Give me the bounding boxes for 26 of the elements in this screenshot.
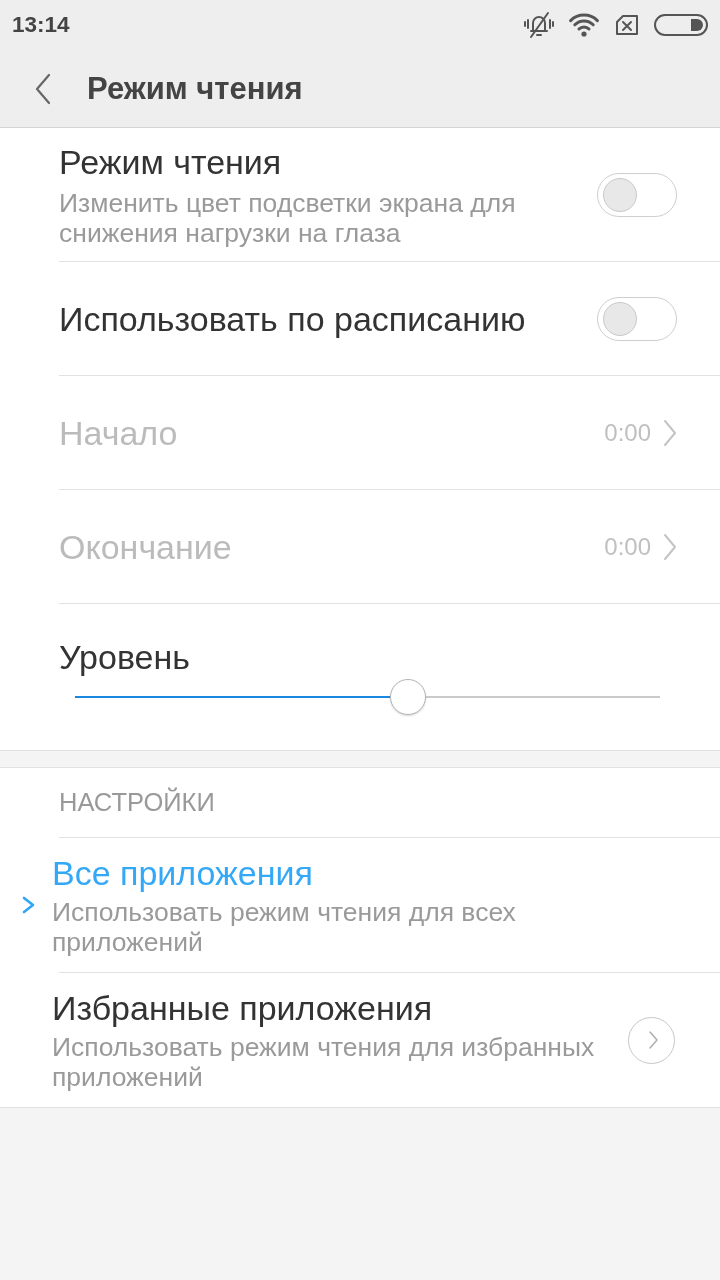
setting-description: Изменить цвет подсветки экрана для снижения нагрузки на глаза — [59, 187, 517, 248]
setting-title: Уровень — [59, 637, 190, 677]
wifi-icon — [568, 13, 600, 37]
option-title[interactable]: Все приложения — [52, 853, 618, 893]
muted-bell-icon — [524, 11, 554, 39]
setting-title: Режим чтения — [59, 141, 283, 182]
screen-title: Режим чтения — [87, 70, 303, 107]
detail-button[interactable] — [628, 1016, 675, 1064]
chevron-right-icon — [663, 418, 677, 447]
option-title[interactable]: Избранные приложения — [52, 988, 618, 1028]
toggle-switch[interactable] — [597, 172, 677, 217]
slider-track[interactable] — [75, 679, 660, 715]
battery-icon — [654, 14, 708, 36]
back-icon[interactable] — [35, 72, 51, 105]
chevron-right-icon — [648, 1031, 658, 1049]
status-time: 13:14 — [12, 12, 70, 38]
time-value: 0:00 — [604, 418, 651, 447]
slider-thumb[interactable] — [390, 679, 427, 715]
section-header: НАСТРОЙКИ — [59, 788, 215, 817]
sim-card-x-icon — [614, 13, 640, 37]
option-description: Использовать режим чтения для избранных приложений — [52, 1032, 596, 1092]
setting-title: Использовать по расписанию — [59, 298, 527, 339]
option-description: Использовать режим чтения для всех приложений — [52, 897, 517, 957]
toggle-switch[interactable] — [597, 296, 677, 341]
chevron-right-icon — [663, 532, 677, 561]
time-value: 0:00 — [604, 532, 651, 561]
